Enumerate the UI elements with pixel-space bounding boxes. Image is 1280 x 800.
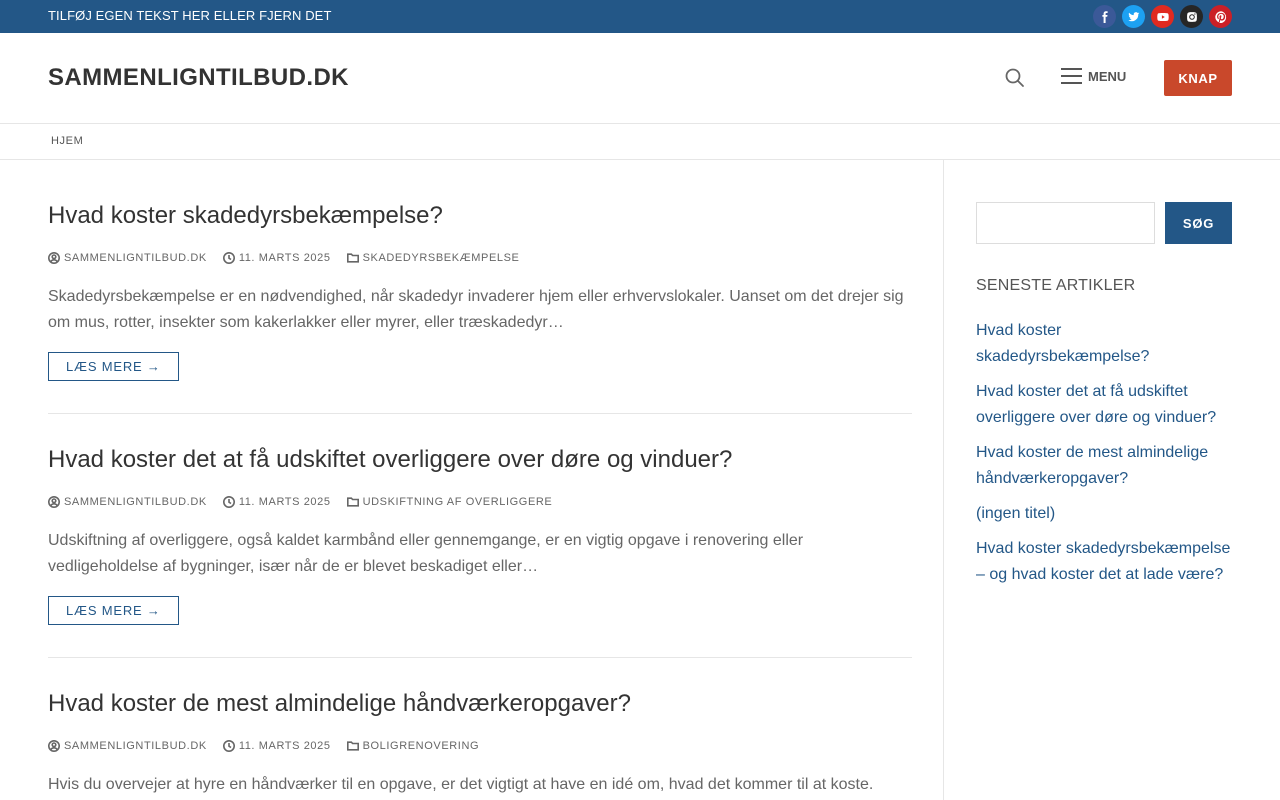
user-icon [48,740,60,752]
read-more-button[interactable]: LÆS MERE → [48,596,179,625]
menu-label: MENU [1088,69,1127,84]
article-title[interactable]: Hvad koster de mest almindelige håndværk… [48,690,912,718]
search-icon [1005,68,1024,87]
recent-article-link[interactable]: Hvad koster skadedyrsbekæmpelse – og hva… [976,536,1234,588]
twitter-icon [1127,11,1139,21]
top-bar: TILFØJ EGEN TEKST HER ELLER FJERN DET [0,0,1280,33]
category-text: SKADEDYRSBEKÆMPELSE [362,252,520,264]
recent-articles-heading: SENESTE ARTIKLER [976,277,1136,294]
clock-icon [222,496,235,508]
hamburger-icon [1061,67,1082,84]
category-text: BOLIGRENOVERING [362,740,480,752]
search-toggle-button[interactable] [1004,67,1026,89]
article-category[interactable]: UDSKIFTNING AF OVERLIGGERE [346,496,553,508]
sidebar-divider [943,160,944,800]
site-header: SAMMENLIGNTILBUD.DK MENU KNAP [0,33,1280,124]
top-bar-text: TILFØJ EGEN TEKST HER ELLER FJERN DET [48,8,332,23]
facebook-icon [1101,10,1108,23]
category-text: UDSKIFTNING AF OVERLIGGERE [362,496,553,508]
pinterest-icon [1214,10,1226,23]
folder-icon [346,497,359,507]
twitter-link[interactable] [1122,5,1145,28]
header-cta-button[interactable]: KNAP [1164,60,1232,96]
article-meta: SAMMENLIGNTILBUD.DK 11. MARTS 2025 SKADE… [48,252,912,264]
clock-icon [222,252,235,264]
menu-toggle-button[interactable]: MENU [1061,67,1126,84]
recent-article-link[interactable]: Hvad koster skadedyrsbekæmpelse? [976,318,1234,370]
article-date[interactable]: 11. MARTS 2025 [222,252,331,264]
user-icon [48,252,60,264]
article-date[interactable]: 11. MARTS 2025 [222,496,331,508]
article-category[interactable]: SKADEDYRSBEKÆMPELSE [346,252,520,264]
recent-article-link[interactable]: Hvad koster de mest almindelige håndværk… [976,440,1234,492]
article-author[interactable]: SAMMENLIGNTILBUD.DK [48,252,207,264]
article-author[interactable]: SAMMENLIGNTILBUD.DK [48,740,207,752]
article-title[interactable]: Hvad koster det at få udskiftet overligg… [48,446,912,474]
article-excerpt: Hvis du overvejer at hyre en håndværker … [48,776,874,793]
article-excerpt: Udskiftning af overliggere, også kaldet … [48,532,804,575]
read-more-button[interactable]: LÆS MERE → [48,352,179,381]
article-author[interactable]: SAMMENLIGNTILBUD.DK [48,496,207,508]
user-icon [48,496,60,508]
youtube-link[interactable] [1151,5,1174,28]
author-name: SAMMENLIGNTILBUD.DK [64,496,207,508]
youtube-icon [1156,12,1169,21]
date-text: 11. MARTS 2025 [238,740,331,752]
article-date[interactable]: 11. MARTS 2025 [222,740,331,752]
folder-icon [346,253,359,263]
recent-article-link[interactable]: Hvad koster det at få udskiftet overligg… [976,379,1234,431]
main-nav: HJEM [0,124,1280,160]
article-meta: SAMMENLIGNTILBUD.DK 11. MARTS 2025 UDSKI… [48,496,912,508]
article-separator [48,413,912,414]
facebook-link[interactable] [1093,5,1116,28]
author-name: SAMMENLIGNTILBUD.DK [64,740,207,752]
date-text: 11. MARTS 2025 [238,252,331,264]
article-separator [48,657,912,658]
social-links [1093,5,1232,28]
article-title[interactable]: Hvad koster skadedyrsbekæmpelse? [48,202,912,230]
nav-item-home[interactable]: HJEM [51,135,83,147]
instagram-icon [1186,11,1197,22]
article-category[interactable]: BOLIGRENOVERING [346,740,480,752]
pinterest-link[interactable] [1209,5,1232,28]
instagram-link[interactable] [1180,5,1203,28]
recent-article-link[interactable]: (ingen titel) [976,501,1234,527]
article-card: Hvad koster det at få udskiftet overligg… [48,446,912,625]
site-title[interactable]: SAMMENLIGNTILBUD.DK [48,64,349,92]
date-text: 11. MARTS 2025 [238,496,331,508]
author-name: SAMMENLIGNTILBUD.DK [64,252,207,264]
recent-articles-list: Hvad koster skadedyrsbekæmpelse? Hvad ko… [976,318,1234,597]
article-excerpt: Skadedyrsbekæmpelse er en nødvendighed, … [48,288,904,331]
article-card: Hvad koster skadedyrsbekæmpelse? SAMMENL… [48,202,912,381]
folder-icon [346,741,359,751]
clock-icon [222,740,235,752]
article-card: Hvad koster de mest almindelige håndværk… [48,690,912,798]
sidebar-search-button[interactable]: SØG [1165,202,1232,244]
article-meta: SAMMENLIGNTILBUD.DK 11. MARTS 2025 BOLIG… [48,740,912,752]
sidebar-search-input[interactable] [976,202,1155,244]
